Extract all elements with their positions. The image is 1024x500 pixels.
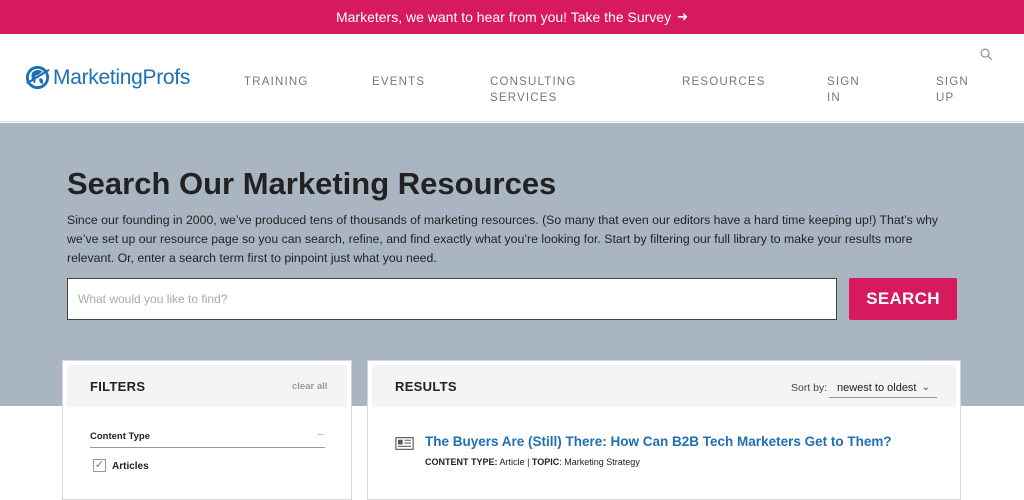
survey-banner[interactable]: Marketers, we want to hear from you! Tak… [0, 0, 1024, 34]
chevron-down-icon: ⌄ [921, 382, 930, 393]
result-meta: CONTENT TYPE: Article | TOPIC: Marketing… [425, 457, 640, 467]
search-icon[interactable] [980, 48, 993, 61]
hero-description: Since our founding in 2000, we’ve produc… [67, 213, 939, 265]
nav-sign-in[interactable]: SIGN IN [827, 74, 860, 106]
sort-select[interactable]: newest to oldest ⌄ [829, 380, 937, 398]
clear-all-link[interactable]: clear all [292, 381, 327, 392]
globe-logo-icon [25, 65, 50, 90]
survey-banner-text[interactable]: Marketers, we want to hear from you! Tak… [336, 9, 671, 25]
logo-text: MarketingProfs [53, 65, 191, 89]
page-title: Search Our Marketing Resources [67, 166, 557, 201]
filters-title: FILTERS [90, 379, 146, 394]
nav-training[interactable]: TRAINING [244, 74, 309, 90]
result-title-link[interactable]: The Buyers Are (Still) There: How Can B2… [425, 434, 892, 449]
divider [90, 447, 325, 448]
results-panel: RESULTS Sort by: newest to oldest ⌄ The … [367, 360, 961, 500]
search-input[interactable] [67, 278, 837, 320]
nav-events[interactable]: EVENTS [372, 74, 425, 90]
nav-resources[interactable]: RESOURCES [682, 74, 766, 90]
nav-sign-up[interactable]: SIGN UP [936, 74, 969, 106]
sort-label: Sort by: [791, 382, 828, 394]
article-icon [395, 437, 414, 450]
nav-consulting-services[interactable]: CONSULTING SERVICES [490, 74, 577, 106]
results-title: RESULTS [395, 379, 457, 394]
search-button[interactable]: SEARCH [849, 278, 957, 320]
content-type-label[interactable]: Content Type [90, 431, 150, 442]
logo[interactable]: MarketingProfs [24, 64, 190, 91]
filters-panel: FILTERS clear all Content Type – ✓ Artic… [62, 360, 352, 500]
arrow-right-icon: ➜ [677, 9, 689, 24]
collapse-icon[interactable]: – [318, 429, 324, 440]
articles-checkbox[interactable]: ✓ [93, 459, 106, 472]
articles-label[interactable]: Articles [112, 461, 149, 472]
checkmark-icon: ✓ [94, 459, 105, 471]
sort-value: newest to oldest [837, 382, 917, 394]
site-header: MarketingProfs TRAINING EVENTS CONSULTIN… [0, 34, 1024, 122]
